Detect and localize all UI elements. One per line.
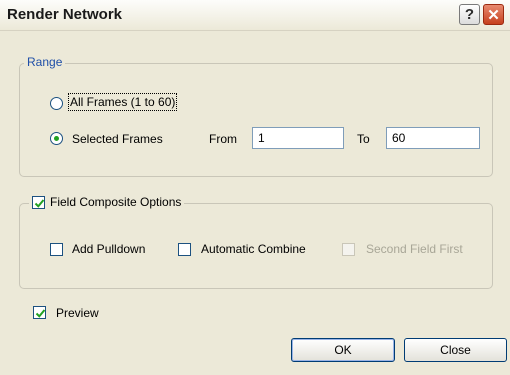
add-pulldown-label[interactable]: Add Pulldown bbox=[72, 242, 145, 256]
selected-frames-label[interactable]: Selected Frames bbox=[72, 132, 163, 146]
close-window-button[interactable]: ✕ bbox=[483, 4, 504, 25]
all-frames-label[interactable]: All Frames (1 to 60) bbox=[67, 93, 178, 111]
range-legend: Range bbox=[24, 55, 66, 69]
from-input[interactable] bbox=[252, 127, 344, 149]
composite-checkbox[interactable] bbox=[32, 195, 45, 209]
second-field-first-label[interactable]: Second Field First bbox=[366, 242, 463, 256]
range-legend-label: Range bbox=[27, 55, 63, 69]
close-button[interactable]: Close bbox=[404, 338, 507, 362]
add-pulldown-checkbox[interactable] bbox=[50, 243, 63, 256]
to-label: To bbox=[357, 132, 370, 146]
ok-button[interactable]: OK bbox=[291, 338, 395, 362]
composite-legend-label[interactable]: Field Composite Options bbox=[50, 195, 181, 209]
check-icon bbox=[34, 198, 45, 208]
to-input[interactable] bbox=[386, 127, 480, 149]
range-group bbox=[19, 63, 493, 177]
from-label: From bbox=[209, 132, 237, 146]
composite-legend: Field Composite Options bbox=[29, 195, 185, 209]
help-button[interactable]: ? bbox=[459, 4, 480, 25]
window-title: Render Network bbox=[7, 6, 123, 23]
selected-frames-radio[interactable] bbox=[50, 132, 63, 145]
preview-checkbox[interactable] bbox=[33, 306, 46, 319]
check-icon bbox=[35, 309, 46, 318]
automatic-combine-checkbox[interactable] bbox=[178, 243, 191, 256]
preview-label[interactable]: Preview bbox=[56, 306, 99, 320]
automatic-combine-label[interactable]: Automatic Combine bbox=[201, 242, 306, 256]
all-frames-radio[interactable] bbox=[50, 97, 63, 110]
second-field-first-checkbox[interactable] bbox=[342, 243, 355, 256]
radio-selected-dot bbox=[54, 136, 59, 141]
title-bar: Render Network ? ✕ bbox=[0, 0, 510, 31]
